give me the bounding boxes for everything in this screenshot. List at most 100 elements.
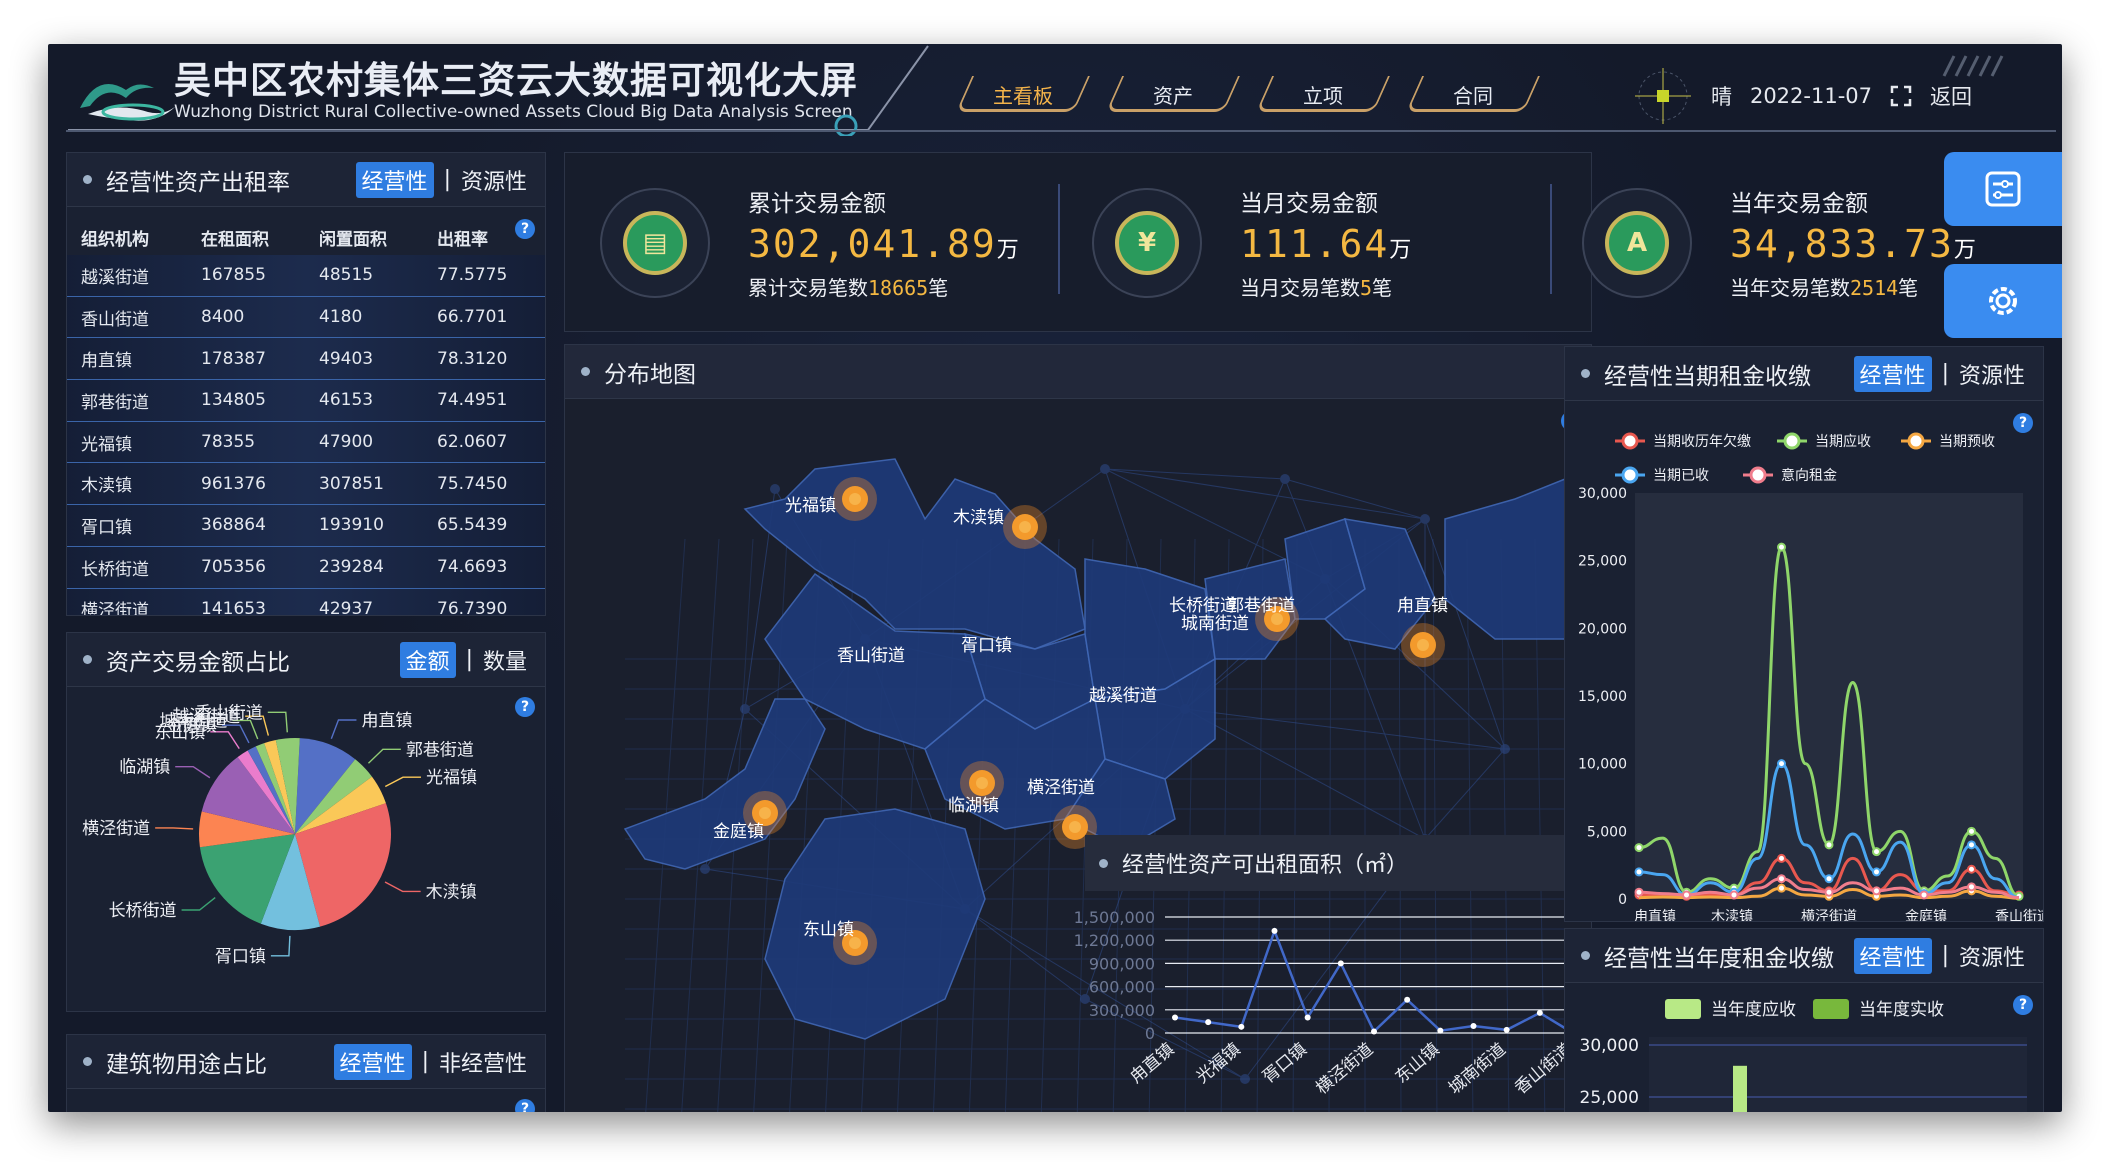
table-row[interactable]: 胥口镇 368864 193910 65.5439 <box>67 505 545 547</box>
table-cell: 42937 <box>319 598 374 616</box>
data-point[interactable] <box>1967 840 1976 850</box>
tab-resource[interactable]: 资源性 <box>461 164 527 196</box>
legend-label: 当年度实收 <box>1859 1000 1944 1020</box>
nav-contracts[interactable]: 合同 <box>1408 72 1538 116</box>
map-marker-core <box>976 777 988 789</box>
tab-operating-building[interactable]: 经营性 <box>333 1043 412 1080</box>
data-point[interactable] <box>1824 840 1834 850</box>
nav-dashboard[interactable]: 主看板 <box>958 72 1088 116</box>
table-cell: 8400 <box>201 307 245 328</box>
data-point[interactable] <box>1967 882 1976 892</box>
legend-marker[interactable] <box>1621 466 1639 484</box>
data-point[interactable] <box>1503 1026 1510 1033</box>
tab-resource-annual[interactable]: 资源性 <box>1959 940 2025 972</box>
data-point[interactable] <box>1967 864 1976 874</box>
data-point[interactable] <box>1437 1027 1444 1034</box>
fullscreen-icon[interactable] <box>1890 85 1912 107</box>
x-tick-label: 横泾街道 <box>1312 1040 1377 1099</box>
table-cell: 长桥街道 <box>81 559 149 580</box>
pie-label: 香山街道 <box>195 703 263 723</box>
data-point[interactable] <box>1824 887 1834 897</box>
tab-resource-rent[interactable]: 资源性 <box>1959 358 2025 390</box>
help-icon[interactable]: ? <box>515 1099 535 1112</box>
data-point[interactable] <box>1634 843 1644 853</box>
y-tick-label: 5,000 <box>1587 824 1627 840</box>
table-row[interactable]: 越溪街道 167855 48515 77.5775 <box>67 255 545 297</box>
table-row[interactable]: 光福镇 78355 47900 62.0607 <box>67 421 545 464</box>
table-cell: 46153 <box>319 390 374 411</box>
map-region[interactable] <box>764 808 986 1040</box>
data-point[interactable] <box>1404 996 1411 1003</box>
table-row[interactable]: 木渎镇 961376 307851 75.7450 <box>67 463 545 506</box>
data-point[interactable] <box>1634 887 1644 897</box>
data-point[interactable] <box>1205 1019 1212 1026</box>
data-point[interactable] <box>1872 847 1881 857</box>
data-point[interactable] <box>1777 759 1786 769</box>
legend-marker[interactable] <box>1907 432 1925 450</box>
data-point[interactable] <box>1777 542 1786 552</box>
table-row[interactable]: 郭巷街道 134805 46153 74.4951 <box>67 380 545 422</box>
data-point[interactable] <box>1919 890 1929 900</box>
legend-label: 当期收历年欠缴 <box>1653 434 1751 450</box>
tab-operating-rent[interactable]: 经营性 <box>1853 355 1932 392</box>
table-row[interactable]: 香山街道 8400 4180 66.7701 <box>67 296 545 339</box>
data-point[interactable] <box>1777 853 1786 863</box>
data-point[interactable] <box>1634 867 1644 877</box>
nav-projects[interactable]: 立项 <box>1258 72 1388 116</box>
table-cell: 4180 <box>319 307 363 328</box>
table-cell: 78.3120 <box>437 348 508 369</box>
data-point[interactable] <box>1371 1028 1377 1035</box>
legend-marker[interactable] <box>1621 432 1639 450</box>
back-button[interactable]: 返回 <box>1930 81 1972 111</box>
table-cell: 胥口镇 <box>81 517 132 538</box>
data-point[interactable] <box>1271 927 1278 934</box>
table-row[interactable]: 横泾街道 141653 42937 76.7390 <box>67 588 545 616</box>
annual-bar[interactable] <box>1733 1065 1747 1112</box>
map-town-label: 甪直镇 <box>1397 596 1448 616</box>
map-region[interactable] <box>623 698 826 870</box>
data-point[interactable] <box>1536 1009 1543 1016</box>
data-point[interactable] <box>1872 867 1881 877</box>
tab-operating[interactable]: 经营性 <box>355 161 434 198</box>
data-point[interactable] <box>1682 890 1691 900</box>
tab-operating-annual[interactable]: 经营性 <box>1853 937 1932 974</box>
top-nav: 主看板 资产 立项 合同 <box>958 72 1538 116</box>
legend-label: 当期应收 <box>1815 433 1871 450</box>
data-point[interactable] <box>1337 960 1344 967</box>
legend-swatch[interactable] <box>1665 999 1701 1019</box>
table-row[interactable]: 长桥街道 705356 239284 74.6693 <box>67 546 545 589</box>
table-cell: 光福镇 <box>81 434 132 455</box>
data-point[interactable] <box>1777 883 1786 893</box>
legend-marker[interactable] <box>1749 466 1767 484</box>
tab-amount[interactable]: 金额 <box>399 641 456 678</box>
data-point[interactable] <box>1967 826 1976 836</box>
data-point[interactable] <box>1238 1023 1245 1030</box>
map-town-label: 金庭镇 <box>713 822 764 842</box>
chart-settings-icon <box>1985 171 2021 207</box>
period-rent-chart: 当期收历年欠缴 当期应收 当期预收当期已收 意向租金 30,000 25,000 20,00… <box>1578 432 2043 921</box>
data-point[interactable] <box>1470 1023 1477 1030</box>
stat-month: ¥ 当月交易金额 111.64万 当月交易笔数5笔 <box>1092 184 1413 301</box>
data-point[interactable] <box>1824 874 1834 884</box>
x-tick-label: 城南街道 <box>1445 1040 1510 1099</box>
x-tick-label: 金庭镇 <box>1905 908 1947 921</box>
data-point[interactable] <box>1729 890 1739 900</box>
table-row[interactable]: 甪直镇 178387 49403 78.3120 <box>67 338 545 381</box>
data-point[interactable] <box>1777 874 1786 884</box>
tab-count[interactable]: 数量 <box>483 644 527 676</box>
table-cell: 74.6693 <box>437 557 508 578</box>
legend-marker[interactable] <box>1783 432 1801 450</box>
data-point[interactable] <box>1872 886 1881 896</box>
tab-non-operating[interactable]: 非经营性 <box>439 1046 527 1078</box>
legend-swatch[interactable] <box>1813 999 1849 1019</box>
map-marker-core <box>849 493 861 505</box>
data-point[interactable] <box>1172 1014 1178 1021</box>
header-stripes <box>1938 54 2018 82</box>
nav-assets[interactable]: 资产 <box>1108 72 1238 116</box>
settings-button[interactable] <box>1944 264 2062 338</box>
legend-label: 当期预收 <box>1939 434 1995 450</box>
data-button[interactable] <box>1944 152 2062 226</box>
y-tick-label: 0 <box>1618 892 1627 908</box>
y-tick-label: 10,000 <box>1578 757 1627 773</box>
data-point[interactable] <box>1304 1014 1311 1021</box>
